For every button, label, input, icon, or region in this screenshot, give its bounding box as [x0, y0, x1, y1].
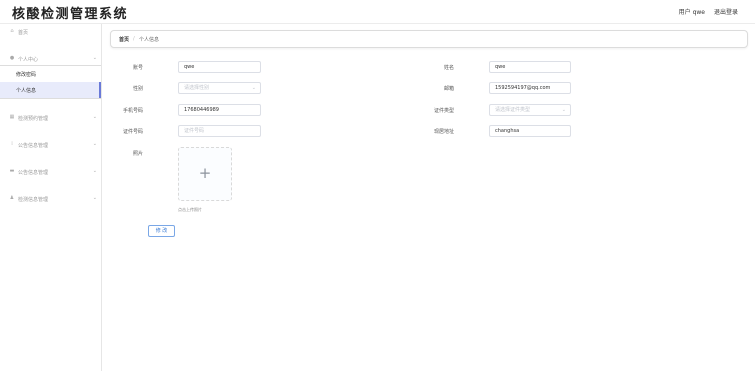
chevron-down-icon: ⌄ [92, 141, 97, 147]
sidebar-item-home[interactable]: ⌂ 首页 [0, 24, 101, 40]
email-label: 邮箱 [443, 86, 454, 92]
upload-hint: 点击上传照片 [178, 207, 202, 212]
plus-icon: + [198, 164, 212, 182]
chevron-down-icon: ⌄ [561, 107, 566, 113]
person-icon: ♟ [9, 195, 15, 201]
chevron-down-icon: ⌄ [92, 168, 97, 174]
breadcrumb-current: 个人信息 [139, 37, 160, 43]
sidebar-item-notice-mgmt[interactable]: ⁞ 公告信息管理 ⌄ [0, 137, 101, 153]
account-label: 账号 [132, 65, 143, 71]
email-field[interactable]: 1592594197@qq.com [489, 82, 571, 94]
chevron-down-icon: ⌄ [92, 114, 97, 120]
sidebar-item-announcement-mgmt[interactable]: ▬ 公告信息管理 ⌄ [0, 164, 101, 180]
phone-field[interactable]: 17680446989 [178, 104, 261, 116]
id-type-placeholder: 请选择证件类型 [495, 107, 531, 113]
grid-icon: ▦ [9, 114, 15, 120]
message-icon: ▬ [9, 168, 15, 174]
chevron-down-icon: ⌄ [92, 55, 97, 61]
sidebar-item-label: 检测预约管理 [18, 116, 49, 122]
sidebar-item-label: 个人中心 [18, 57, 39, 63]
sidebar-item-label: 检测信息管理 [18, 197, 49, 203]
current-user-label: 用户 qwe [678, 9, 705, 16]
sidebar-item-label: 修改密码 [16, 72, 37, 78]
apps-icon: ⁞ [11, 141, 13, 147]
sidebar-item-label: 公告信息管理 [18, 170, 49, 176]
breadcrumb: 首页 / 个人信息 [110, 30, 748, 48]
sidebar: ⌂ 首页 ● 个人中心 ⌄ 修改密码 个人信息 ▦ 检测预约管理 ⌄ ⁞ 公告信… [0, 24, 102, 371]
sidebar-item-test-info-mgmt[interactable]: ♟ 检测信息管理 ⌄ [0, 191, 101, 207]
sidebar-item-change-password[interactable]: 修改密码 [0, 66, 101, 82]
phone-label: 手机号码 [122, 108, 143, 114]
submit-button[interactable]: 修 改 [148, 225, 175, 237]
user-icon: ● [9, 55, 15, 61]
id-number-field[interactable]: 证件号码 [178, 125, 261, 137]
address-label: 现居地址 [433, 129, 454, 135]
sidebar-item-label: 公告信息管理 [18, 143, 49, 149]
chevron-down-icon: ⌄ [251, 85, 256, 91]
name-label: 姓名 [443, 65, 454, 71]
name-field[interactable]: qwe [489, 61, 571, 73]
photo-label: 照片 [132, 151, 143, 157]
id-number-label: 证件号码 [122, 129, 143, 135]
gender-select[interactable]: 请选择性别 ⌄ [178, 82, 261, 94]
logout-link[interactable]: 退出登录 [714, 7, 738, 16]
id-type-select[interactable]: 请选择证件类型 ⌄ [489, 104, 571, 116]
id-type-label: 证件类型 [433, 108, 454, 114]
sidebar-item-label: 个人信息 [16, 88, 37, 94]
sidebar-item-label: 首页 [18, 30, 29, 36]
divider [0, 98, 101, 99]
breadcrumb-separator: / [133, 36, 135, 42]
account-field[interactable]: qwe [178, 61, 261, 73]
top-bar: 核酸检测管理系统 用户 qwe 退出登录 [0, 0, 755, 24]
chevron-down-icon: ⌄ [92, 195, 97, 201]
gender-placeholder: 请选择性别 [184, 85, 210, 91]
gender-label: 性别 [132, 86, 143, 92]
sidebar-item-test-booking-mgmt[interactable]: ▦ 检测预约管理 ⌄ [0, 110, 101, 126]
home-icon: ⌂ [10, 28, 14, 34]
sidebar-item-personal-info[interactable]: 个人信息 [0, 82, 101, 98]
photo-upload[interactable]: + [178, 147, 232, 201]
address-field[interactable]: changhsa [489, 125, 571, 137]
app-title: 核酸检测管理系统 [12, 7, 129, 22]
breadcrumb-home[interactable]: 首页 [119, 36, 129, 43]
